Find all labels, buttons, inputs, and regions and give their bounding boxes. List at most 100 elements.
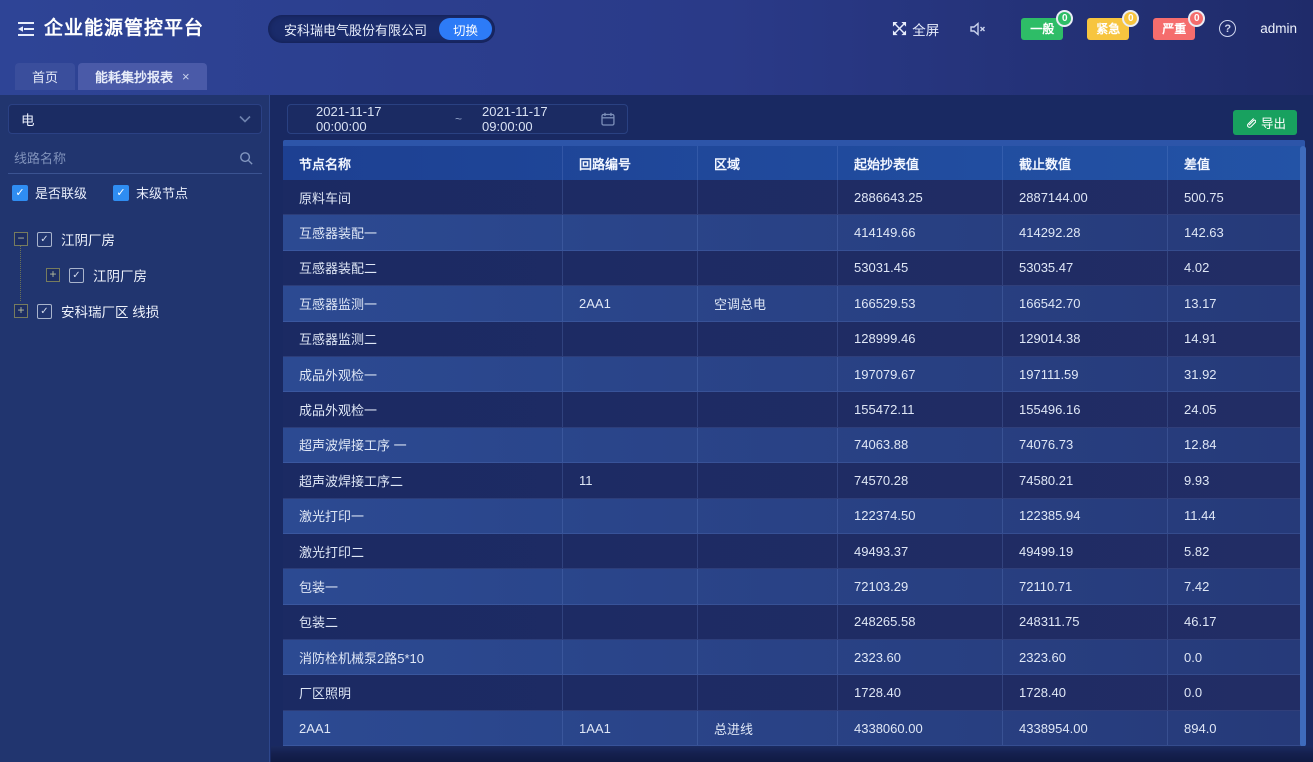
table-cell: 197079.67: [838, 357, 1003, 391]
header-row: 企业能源管控平台 安科瑞电气股份有限公司 切换 全屏: [0, 0, 1313, 57]
table-cell: 248311.75: [1003, 605, 1168, 639]
table-cell: [563, 640, 698, 674]
energy-type-select[interactable]: 电: [8, 104, 262, 134]
expand-node-icon[interactable]: +: [14, 304, 28, 318]
table-cell: 248265.58: [838, 605, 1003, 639]
table-cell: 包装一: [283, 569, 563, 603]
table-cell: 74570.28: [838, 463, 1003, 497]
expand-node-icon[interactable]: +: [46, 268, 60, 282]
tab-energy-report[interactable]: 能耗集抄报表 ×: [78, 63, 207, 90]
help-icon[interactable]: ?: [1219, 20, 1236, 37]
company-selector: 安科瑞电气股份有限公司 切换: [268, 15, 495, 43]
table-cell: [563, 569, 698, 603]
leaf-node-checkbox[interactable]: ✓: [113, 185, 129, 201]
top-header: 企业能源管控平台 安科瑞电气股份有限公司 切换 全屏: [0, 0, 1313, 95]
tree-node-checkbox[interactable]: ✓: [37, 304, 52, 319]
table-cell: 互感器装配二: [283, 251, 563, 285]
date-end-value: 2021-11-17 09:00:00: [482, 104, 601, 134]
date-range-picker[interactable]: 2021-11-17 00:00:00 ~ 2021-11-17 09:00:0…: [287, 104, 628, 134]
mute-sound-icon[interactable]: [969, 21, 987, 37]
alarm-normal-button[interactable]: 一般 0: [1021, 18, 1063, 40]
company-name: 安科瑞电气股份有限公司: [284, 20, 427, 39]
tree-node-checkbox[interactable]: ✓: [37, 232, 52, 247]
filter-checkboxes: ✓ 是否联级 ✓ 末级节点: [12, 183, 214, 202]
close-tab-icon[interactable]: ×: [182, 69, 190, 84]
paperclip-icon: [1244, 116, 1256, 129]
table-cell: 894.0: [1168, 711, 1305, 745]
alarm-urgent-label: 紧急: [1096, 20, 1120, 37]
table-cell: 4338954.00: [1003, 711, 1168, 745]
collapse-node-icon[interactable]: −: [14, 232, 28, 246]
table-cell: 53035.47: [1003, 251, 1168, 285]
table-row[interactable]: 超声波焊接工序 一74063.8874076.7312.84: [283, 428, 1305, 463]
tree-node-label: 江阴厂房: [93, 265, 147, 285]
cascade-checkbox[interactable]: ✓: [12, 185, 28, 201]
table-cell: 超声波焊接工序二: [283, 463, 563, 497]
table-row[interactable]: 成品外观检一155472.11155496.1624.05: [283, 392, 1305, 427]
table-row[interactable]: 超声波焊接工序二1174570.2874580.219.93: [283, 463, 1305, 498]
table-row[interactable]: 激光打印二49493.3749499.195.82: [283, 534, 1305, 569]
tree-node-checkbox[interactable]: ✓: [69, 268, 84, 283]
table-cell: 49493.37: [838, 534, 1003, 568]
tree-node[interactable]: + ✓ 安科瑞厂区 线损: [14, 301, 270, 321]
table-row[interactable]: 厂区照明1728.401728.400.0: [283, 675, 1305, 710]
alarm-severe-label: 严重: [1162, 20, 1186, 37]
tree-node-label: 安科瑞厂区 线损: [61, 301, 159, 321]
export-button-label: 导出: [1261, 113, 1286, 132]
collapse-menu-icon[interactable]: [14, 17, 38, 41]
fullscreen-label: 全屏: [912, 19, 939, 39]
table-cell: 2887144.00: [1003, 180, 1168, 214]
table-cell: 166529.53: [838, 286, 1003, 320]
table-cell: 2AA1: [283, 711, 563, 745]
table-row[interactable]: 包装二248265.58248311.7546.17: [283, 605, 1305, 640]
table-cell: [563, 499, 698, 533]
table-cell: 72110.71: [1003, 569, 1168, 603]
table-row[interactable]: 消防栓机械泵2路5*102323.602323.600.0: [283, 640, 1305, 675]
table-cell: 4.02: [1168, 251, 1305, 285]
alarm-severe-count-badge: 0: [1188, 10, 1205, 27]
fullscreen-button[interactable]: 全屏: [892, 19, 939, 39]
table-cell: [698, 428, 838, 462]
tab-energy-report-label: 能耗集抄报表: [95, 67, 173, 86]
sidebar: 电 ✓ 是否联级 ✓ 末级节点 −✓江阴厂房 + ✓ 江阴厂房 + ✓ 安科瑞厂区 线损: [0, 95, 270, 762]
header-actions: 全屏 一般 0 紧急 0 严重: [892, 0, 1297, 57]
table-cell: 14.91: [1168, 322, 1305, 356]
table-row[interactable]: 包装一72103.2972110.717.42: [283, 569, 1305, 604]
table-row[interactable]: 互感器监测二128999.46129014.3814.91: [283, 322, 1305, 357]
horizontal-scroll-track[interactable]: [271, 746, 1313, 762]
table-cell: 2323.60: [838, 640, 1003, 674]
table-row[interactable]: 成品外观检一197079.67197111.5931.92: [283, 357, 1305, 392]
export-button[interactable]: 导出: [1233, 110, 1297, 135]
table-row[interactable]: 2AA11AA1总进线4338060.004338954.00894.0: [283, 711, 1305, 746]
alarm-severe-button[interactable]: 严重 0: [1153, 18, 1195, 40]
alarm-urgent-button[interactable]: 紧急 0: [1087, 18, 1129, 40]
tree-node[interactable]: + ✓ 江阴厂房: [46, 265, 270, 285]
current-user[interactable]: admin: [1260, 21, 1297, 36]
main-content: 2021-11-17 00:00:00 ~ 2021-11-17 09:00:0…: [271, 95, 1313, 762]
tab-home-label: 首页: [32, 67, 58, 86]
table-cell: 129014.38: [1003, 322, 1168, 356]
table-cell: 厂区照明: [283, 675, 563, 709]
tab-home[interactable]: 首页: [15, 63, 75, 90]
table-row[interactable]: 互感器装配二53031.4553035.474.02: [283, 251, 1305, 286]
table-row[interactable]: 互感器监测一2AA1空调总电166529.53166542.7013.17: [283, 286, 1305, 321]
vertical-scrollbar[interactable]: [1300, 146, 1306, 747]
table-cell: 互感器装配一: [283, 215, 563, 249]
table-cell: 7.42: [1168, 569, 1305, 603]
table-cell: 2323.60: [1003, 640, 1168, 674]
tree-node[interactable]: −✓江阴厂房: [14, 229, 270, 249]
table-cell: 5.82: [1168, 534, 1305, 568]
table-cell: 9.93: [1168, 463, 1305, 497]
table-cell: 成品外观检一: [283, 392, 563, 426]
table-row[interactable]: 激光打印一122374.50122385.9411.44: [283, 499, 1305, 534]
leaf-node-checkbox-label: 末级节点: [136, 183, 188, 202]
table-row[interactable]: 原料车间2886643.252887144.00500.75: [283, 180, 1305, 215]
table-cell: 197111.59: [1003, 357, 1168, 391]
column-header-start: 起始抄表值: [838, 146, 1003, 180]
switch-company-button[interactable]: 切换: [439, 18, 492, 40]
table-row[interactable]: 互感器装配一414149.66414292.28142.63: [283, 215, 1305, 250]
table-cell: 12.84: [1168, 428, 1305, 462]
table-cell: 互感器监测二: [283, 322, 563, 356]
line-search-input[interactable]: [14, 151, 239, 166]
table-cell: [698, 534, 838, 568]
